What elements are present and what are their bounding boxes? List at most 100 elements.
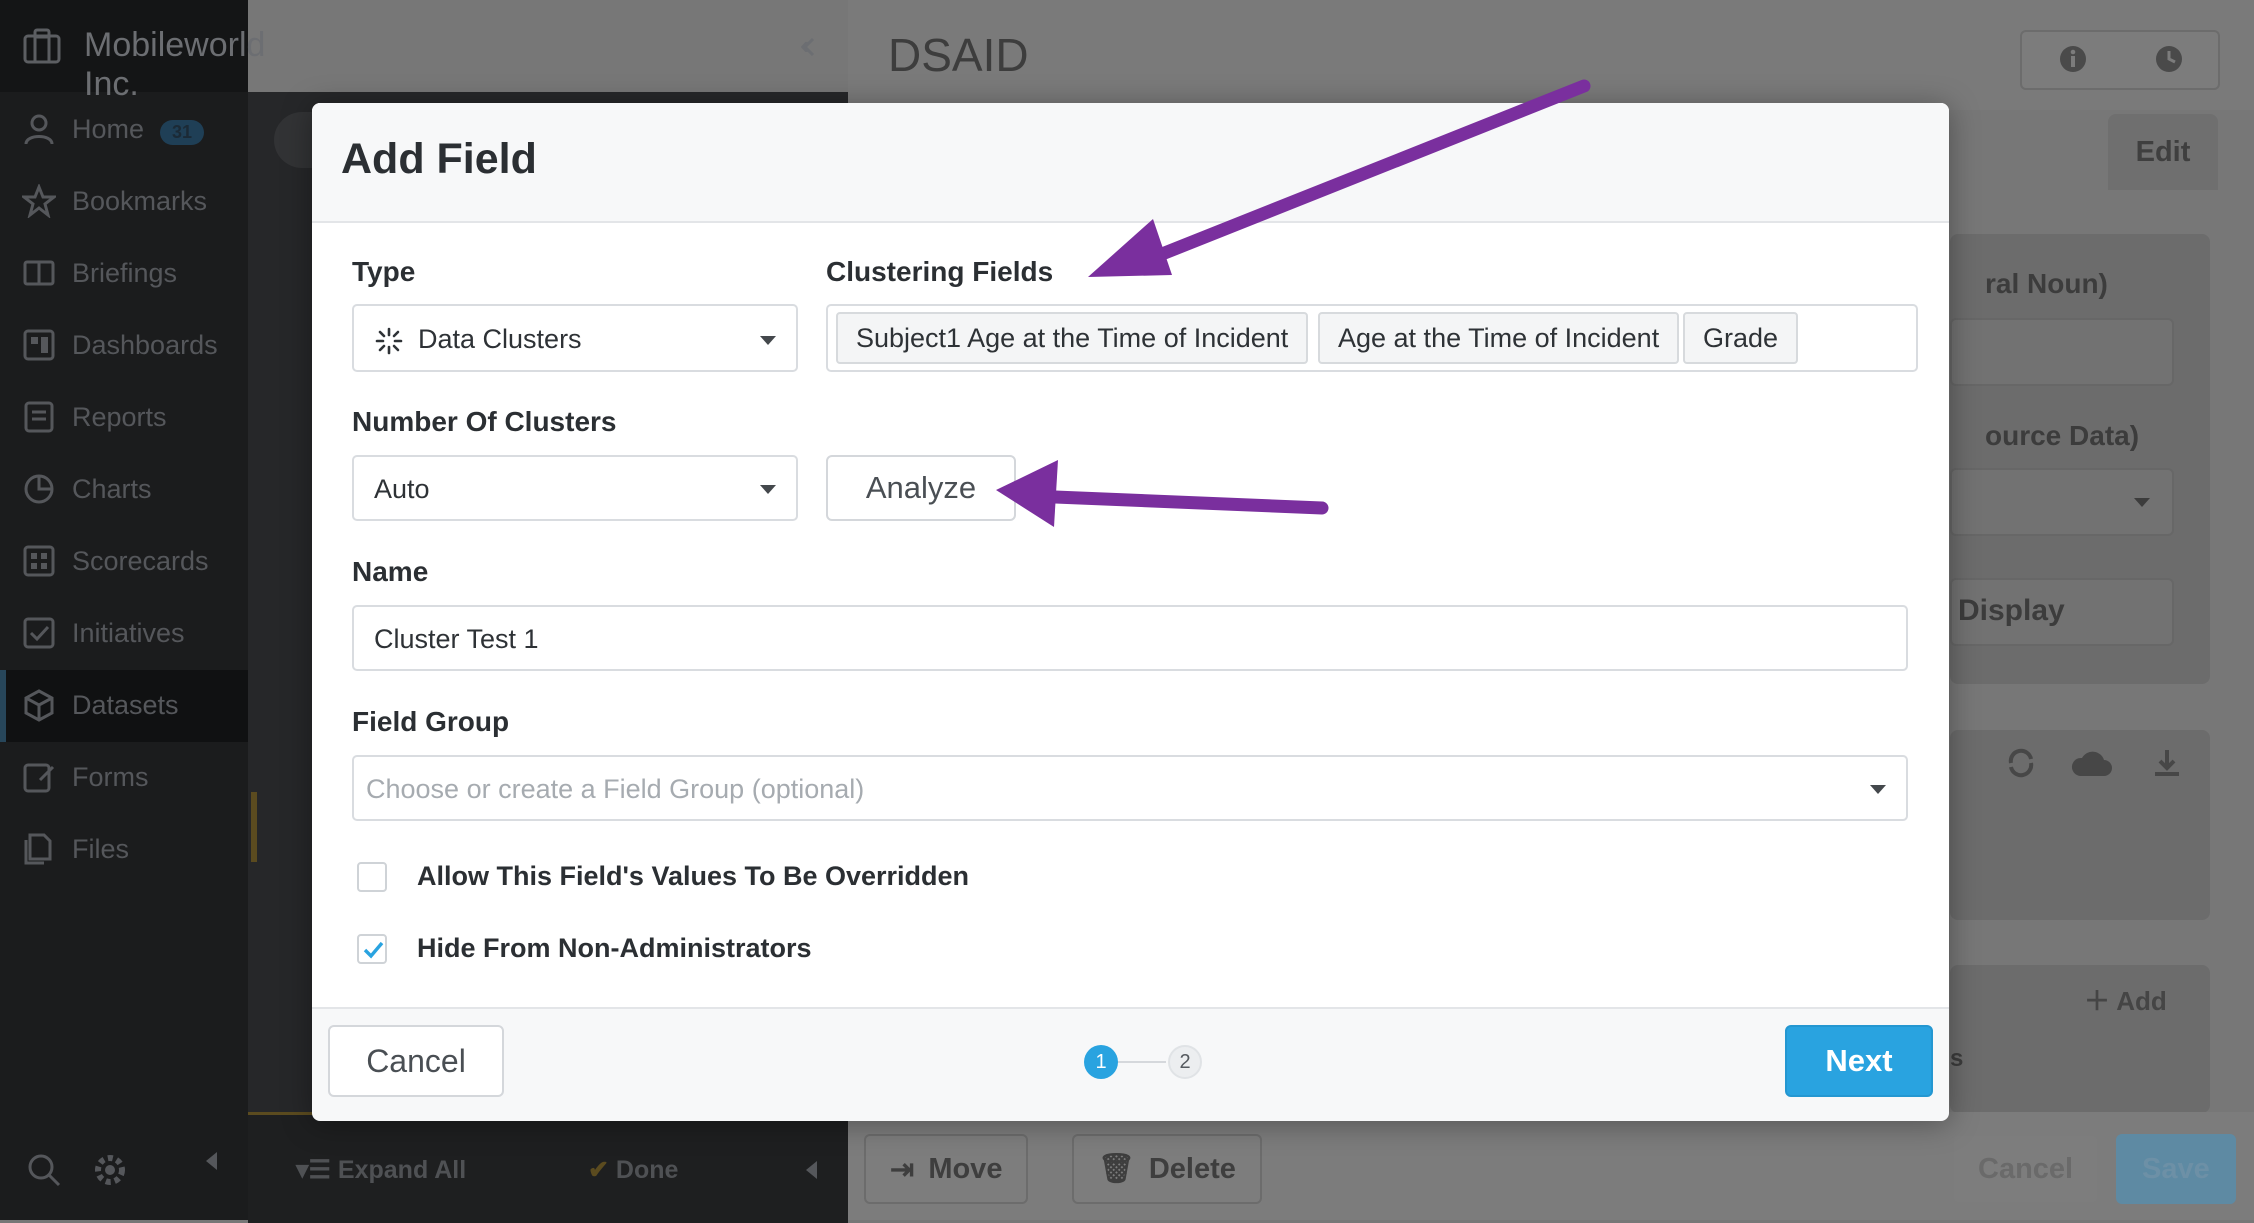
- expand-icon: ▾☰: [296, 1156, 338, 1184]
- sidebar-item-home[interactable]: Home 31: [0, 94, 248, 166]
- sidebar-item-briefings[interactable]: Briefings: [0, 238, 248, 310]
- book-icon: [23, 260, 55, 286]
- sidebar-item-label: Dashboards: [72, 330, 218, 360]
- org-switcher[interactable]: Mobileworld Inc. ‹: [0, 0, 809, 103]
- bg-add-button: ＋ Add: [2084, 986, 2167, 1016]
- form-icon: [23, 763, 55, 793]
- sidebar-item-initiatives[interactable]: Initiatives: [0, 598, 248, 670]
- allow-override-checkbox[interactable]: [357, 862, 387, 892]
- bg-text-fragment: s: [1950, 1045, 1964, 1072]
- user-icon: [24, 114, 54, 145]
- number-of-clusters-label: Number Of Clusters: [352, 406, 617, 437]
- sidebar-item-label: Briefings: [72, 258, 178, 288]
- field-group-label: Field Group: [352, 706, 510, 737]
- refresh-icon: [2008, 748, 2034, 778]
- tab-edit[interactable]: Edit: [2108, 114, 2218, 190]
- bg-cancel-button[interactable]: Cancel: [1952, 1134, 2100, 1204]
- delete-button[interactable]: 🗑 Delete: [1072, 1134, 1262, 1204]
- next-button[interactable]: Next: [1785, 1025, 1933, 1097]
- step-1: 1: [1084, 1045, 1118, 1079]
- home-count-badge: 31: [160, 120, 205, 145]
- move-button[interactable]: ⇥ Move: [864, 1134, 1029, 1204]
- sidebar: Mobileworld Inc. ‹ Home 31 Bookmarks Bri…: [0, 0, 809, 1220]
- info-icon[interactable]: [2058, 44, 2088, 74]
- clustering-tag[interactable]: Grade: [1683, 312, 1799, 364]
- add-field-dialog: Add Field Type Data Clusters Clustering …: [312, 103, 1949, 1121]
- collapse-sidebar-icon[interactable]: [206, 1152, 217, 1170]
- sidebar-item-datasets[interactable]: Datasets: [0, 670, 248, 742]
- sidebar-item-reports[interactable]: Reports: [0, 382, 248, 454]
- selected-indicator: [251, 792, 257, 862]
- sidebar-item-label: Bookmarks: [72, 186, 208, 216]
- clustering-tag[interactable]: Age at the Time of Incident: [1318, 312, 1680, 364]
- expand-all-button[interactable]: ▾☰ Expand All: [296, 1155, 466, 1185]
- sidebar-item-forms[interactable]: Forms: [0, 742, 248, 814]
- collapse-panel-icon[interactable]: [806, 1161, 817, 1179]
- sidebar-item-bookmarks[interactable]: Bookmarks: [0, 166, 248, 238]
- bg-label: ource Data): [1985, 420, 2140, 451]
- hide-from-non-admins-checkbox[interactable]: [357, 934, 387, 964]
- sidebar-item-label: Files: [72, 834, 130, 864]
- sidebar-item-dashboards[interactable]: Dashboards: [0, 310, 248, 382]
- save-button[interactable]: Save: [2116, 1134, 2236, 1204]
- sidebar-item-charts[interactable]: Charts: [0, 454, 248, 526]
- dialog-title: Add Field: [341, 135, 537, 183]
- search-icon[interactable]: [26, 1152, 62, 1188]
- dialog-header: Add Field: [312, 103, 1949, 223]
- checkmark-icon: [363, 941, 384, 959]
- clustering-tag[interactable]: Subject1 Age at the Time of Incident: [836, 312, 1309, 364]
- org-name: Mobileworld Inc.: [84, 26, 266, 103]
- caret-down-icon: [1870, 785, 1886, 794]
- name-value: Cluster Test 1: [374, 624, 539, 654]
- checkmark-icon: ✔: [588, 1156, 616, 1184]
- save-label: Save: [2142, 1152, 2210, 1185]
- name-label: Name: [352, 556, 429, 587]
- header-button-group: [2020, 30, 2220, 90]
- caret-down-icon: [2134, 498, 2150, 507]
- gear-icon[interactable]: [92, 1152, 128, 1188]
- list-toolbar: ▾☰ Expand All ✔ Done: [248, 1112, 848, 1223]
- scorecard-icon: [23, 545, 55, 577]
- bg-select: [1950, 468, 2174, 536]
- report-icon: [24, 401, 54, 433]
- bg-fields-card: ＋ Add s: [1950, 965, 2210, 1113]
- type-select[interactable]: Data Clusters: [352, 304, 798, 372]
- checkbox-icon: [23, 617, 55, 649]
- dialog-footer: Cancel 1 2 Next: [312, 1007, 1949, 1121]
- page-title: DSAID: [888, 29, 1029, 81]
- number-of-clusters-select[interactable]: Auto: [352, 455, 798, 521]
- clustering-fields-label: Clustering Fields: [826, 256, 1054, 287]
- sidebar-item-label: Datasets: [72, 690, 179, 720]
- sidebar-item-label: Forms: [72, 762, 149, 792]
- chevron-left-icon[interactable]: [800, 36, 818, 58]
- caret-down-icon: [760, 336, 776, 345]
- history-icon[interactable]: [2154, 44, 2184, 74]
- name-field[interactable]: Cluster Test 1: [352, 605, 1908, 671]
- files-icon: [24, 833, 52, 865]
- field-group-select[interactable]: Choose or create a Field Group (optional…: [352, 755, 1908, 821]
- allow-override-row: Allow This Field's Values To Be Overridd…: [357, 857, 969, 897]
- sidebar-item-label: Initiatives: [72, 618, 185, 648]
- sidebar-item-label: Charts: [72, 474, 152, 504]
- bg-display-button: Display: [1950, 578, 2174, 646]
- main-header: DSAID: [848, 0, 2254, 110]
- expand-all-label: Expand All: [337, 1156, 467, 1184]
- analyze-button[interactable]: Analyze: [826, 455, 1016, 521]
- cloud-upload-icon: [2071, 751, 2112, 776]
- step-2: 2: [1168, 1045, 1202, 1079]
- clustering-fields-input[interactable]: Subject1 Age at the Time of Incident Age…: [826, 304, 1918, 372]
- allow-override-label[interactable]: Allow This Field's Values To Be Overridd…: [417, 861, 969, 892]
- delete-label: Delete: [1148, 1152, 1236, 1185]
- sidebar-item-files[interactable]: Files: [0, 814, 248, 886]
- briefcase-icon: [23, 28, 61, 64]
- data-clusters-icon: [375, 327, 403, 355]
- sidebar-item-label: Reports: [72, 402, 167, 432]
- done-button[interactable]: ✔ Done: [588, 1155, 678, 1185]
- pie-chart-icon: [24, 474, 54, 504]
- dashboard-icon: [23, 329, 55, 361]
- sidebar-item-scorecards[interactable]: Scorecards: [0, 526, 248, 598]
- sidebar-footer: [0, 1130, 248, 1220]
- hide-from-non-admins-label[interactable]: Hide From Non-Administrators: [417, 933, 812, 964]
- done-label: Done: [615, 1156, 679, 1184]
- cancel-button[interactable]: Cancel: [328, 1025, 504, 1097]
